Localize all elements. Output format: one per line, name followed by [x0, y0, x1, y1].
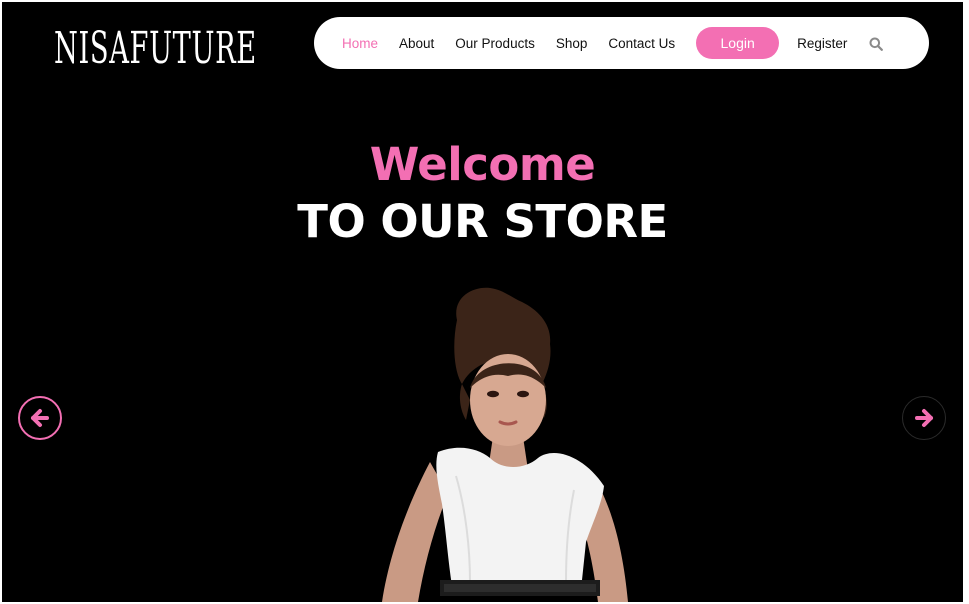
nav-link-home[interactable]: Home — [342, 36, 378, 51]
hero-welcome-title: Welcome — [369, 138, 596, 191]
search-icon[interactable] — [869, 36, 884, 51]
nav-link-shop[interactable]: Shop — [556, 36, 588, 51]
main-nav: Home About Our Products Shop Contact Us … — [314, 17, 929, 69]
nav-link-about[interactable]: About — [399, 36, 434, 51]
carousel-prev-button[interactable] — [18, 396, 62, 440]
brand-logo[interactable]: NISAFUTURE — [54, 23, 257, 74]
nav-link-our-products[interactable]: Our Products — [455, 36, 535, 51]
hero-model-image — [382, 287, 628, 602]
carousel-next-button[interactable] — [902, 396, 946, 440]
arrow-right-icon — [915, 409, 933, 427]
nav-link-contact-us[interactable]: Contact Us — [608, 36, 675, 51]
arrow-left-icon — [31, 409, 49, 427]
register-link[interactable]: Register — [797, 36, 847, 51]
hero-subtitle: TO OUR STORE — [297, 195, 668, 248]
hero-frame: NISAFUTURE Home About Our Products Shop … — [2, 2, 963, 602]
login-button[interactable]: Login — [696, 27, 780, 59]
